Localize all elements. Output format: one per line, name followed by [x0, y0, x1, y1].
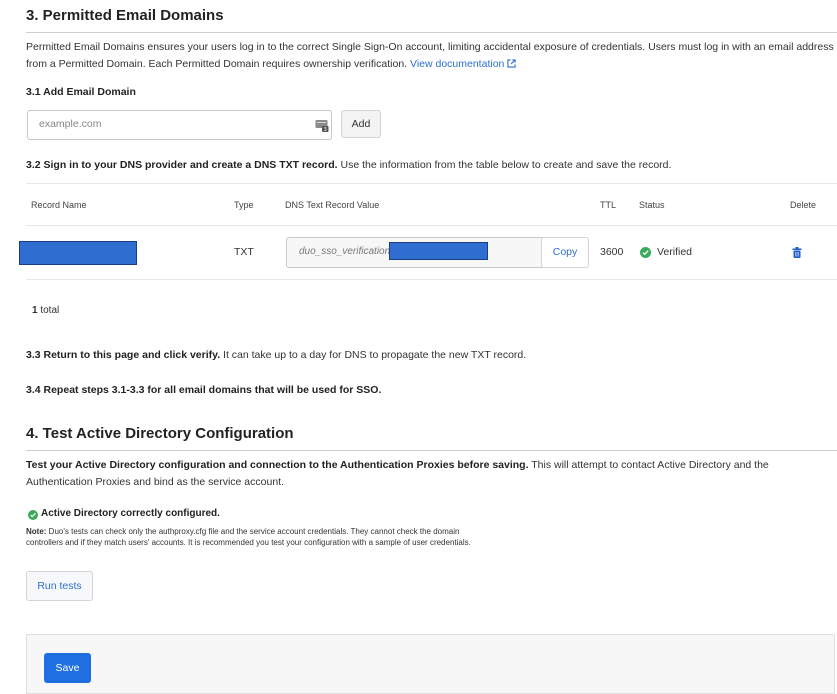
- svg-text:3: 3: [324, 127, 327, 132]
- column-header-delete: Delete: [790, 200, 817, 210]
- save-button[interactable]: Save: [44, 653, 91, 683]
- table-top-divider: [26, 183, 837, 184]
- check-circle-icon: [640, 247, 651, 258]
- section-title-permitted-domains: 3. Permitted Email Domains: [26, 7, 224, 24]
- permitted-domains-description: Permitted Email Domains ensures your use…: [26, 41, 834, 70]
- add-domain-button[interactable]: Add: [341, 110, 381, 138]
- email-domain-placeholder: example.com: [39, 118, 102, 130]
- copy-button[interactable]: Copy: [541, 237, 589, 268]
- table-header-divider: [26, 225, 837, 226]
- dns-record-value: duo_sso_verification: [299, 246, 391, 257]
- run-tests-button[interactable]: Run tests: [26, 571, 93, 601]
- table-total-count: 1 total: [32, 305, 60, 316]
- dns-value-redacted: [389, 242, 488, 260]
- step-dns-instructions: 3.2 Sign in to your DNS provider and cre…: [26, 159, 672, 171]
- table-bottom-divider: [26, 279, 837, 280]
- column-header-dns-value: DNS Text Record Value: [285, 200, 380, 210]
- column-header-record-name: Record Name: [31, 200, 87, 210]
- record-ttl: 3600: [600, 246, 624, 258]
- external-link-icon: [507, 59, 516, 68]
- view-documentation-link[interactable]: View documentation: [410, 58, 516, 70]
- autofill-card-icon[interactable]: 3: [315, 118, 329, 132]
- record-type: TXT: [234, 246, 254, 258]
- step-add-email-domain-title: 3.1 Add Email Domain: [26, 86, 136, 98]
- column-header-ttl: TTL: [600, 200, 617, 210]
- section-divider: [26, 32, 837, 33]
- section-divider: [26, 450, 837, 451]
- email-domain-input[interactable]: example.com 3: [27, 110, 332, 140]
- check-circle-icon: [28, 510, 38, 520]
- step-repeat-domains: 3.4 Repeat steps 3.1-3.3 for all email d…: [26, 384, 382, 396]
- section-title-test-ad: 4. Test Active Directory Configuration: [26, 425, 294, 442]
- column-header-status: Status: [639, 200, 665, 210]
- test-ad-intro: Test your Active Directory configuration…: [26, 459, 769, 488]
- ad-test-note: Note: Duo's tests can check only the aut…: [26, 527, 471, 547]
- record-name-redacted: [19, 241, 137, 265]
- column-header-type: Type: [234, 200, 254, 210]
- record-status: Verified: [657, 246, 693, 258]
- trash-icon[interactable]: [792, 247, 802, 258]
- ad-test-result: Active Directory correctly configured.: [41, 508, 220, 519]
- footer-bar: [26, 634, 835, 694]
- step-return-verify: 3.3 Return to this page and click verify…: [26, 349, 527, 361]
